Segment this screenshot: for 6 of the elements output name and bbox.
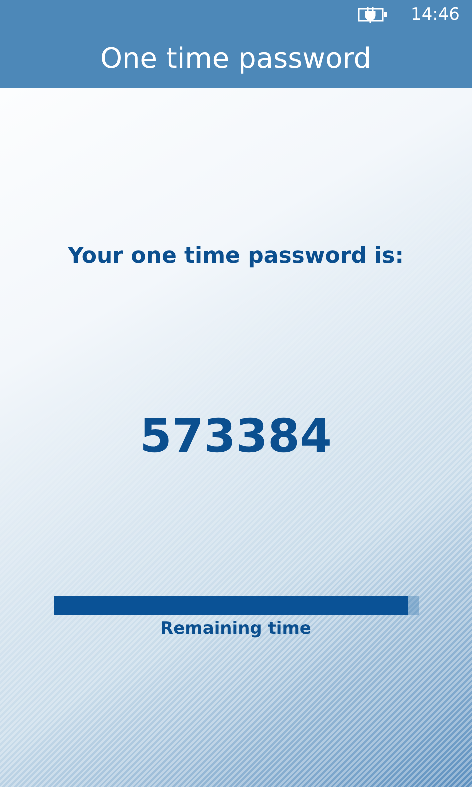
- battery-charging-icon: [358, 7, 389, 23]
- password-heading: Your one time password is:: [68, 244, 404, 269]
- page-title: One time password: [99, 41, 372, 77]
- password-code: 573384: [140, 409, 332, 463]
- progress-label: Remaining time: [160, 619, 312, 639]
- clock-time: 14:46: [411, 5, 460, 25]
